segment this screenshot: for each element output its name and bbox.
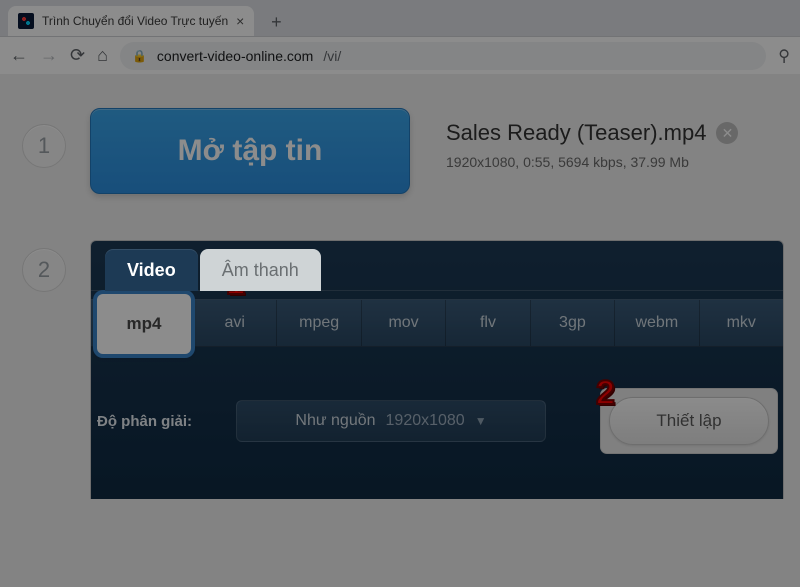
settings-button[interactable]: Thiết lập (609, 397, 769, 445)
lock-icon: 🔒 (132, 49, 147, 63)
tab-audio[interactable]: Âm thanh (200, 249, 321, 291)
tab-title: Trình Chuyển đổi Video Trực tuyến (42, 14, 228, 28)
url-host: convert-video-online.com (157, 48, 313, 64)
browser-chrome: Trình Chuyển đổi Video Trực tuyến × + ← … (0, 0, 800, 74)
step-2-row: 2 Video Âm thanh mp4 avi mpeg mov flv 3g… (16, 240, 784, 499)
url-path: /vi/ (323, 48, 341, 64)
format-avi[interactable]: avi (193, 300, 277, 346)
browser-tab[interactable]: Trình Chuyển đổi Video Trực tuyến × (8, 6, 254, 36)
format-flv[interactable]: flv (446, 300, 530, 346)
open-file-button[interactable]: Mở tập tin (90, 108, 410, 194)
step-2-badge: 2 (22, 248, 66, 292)
tab-bar: Trình Chuyển đổi Video Trực tuyến × + (0, 0, 800, 36)
format-webm[interactable]: webm (615, 300, 699, 346)
step-1-row: 1 Mở tập tin Sales Ready (Teaser).mp4 ✕ … (16, 94, 784, 194)
new-tab-button[interactable]: + (262, 8, 290, 36)
search-icon[interactable]: ⚲ (778, 46, 790, 66)
tab-video[interactable]: Video (105, 249, 198, 291)
resolution-text: Như nguồn (295, 412, 375, 430)
file-meta: 1920x1080, 0:55, 5694 kbps, 37.99 Mb (446, 154, 738, 170)
home-icon[interactable]: ⌂ (97, 45, 108, 66)
format-mkv[interactable]: mkv (700, 300, 783, 346)
step-1-badge: 1 (22, 124, 66, 168)
format-active: mp4 (97, 294, 191, 354)
resolution-value: 1920x1080 (386, 412, 465, 430)
page-content: 1 Mở tập tin Sales Ready (Teaser).mp4 ✕ … (0, 74, 800, 587)
format-mov[interactable]: mov (362, 300, 446, 346)
resolution-label: Độ phân giải: (97, 413, 192, 430)
format-tabs: Video Âm thanh (91, 241, 783, 291)
format-mpeg[interactable]: mpeg (277, 300, 361, 346)
format-3gp[interactable]: 3gp (531, 300, 615, 346)
remove-file-button[interactable]: ✕ (716, 122, 738, 144)
favicon-icon (18, 13, 34, 29)
back-icon[interactable]: ← (10, 45, 28, 66)
settings-wrap: Thiết lập (601, 389, 777, 453)
file-info: Sales Ready (Teaser).mp4 ✕ 1920x1080, 0:… (446, 120, 738, 170)
file-name: Sales Ready (Teaser).mp4 (446, 120, 706, 146)
chevron-down-icon: ▼ (475, 414, 487, 428)
format-strip: mp4 avi mpeg mov flv 3gp webm mkv (91, 299, 783, 347)
url-field[interactable]: 🔒 convert-video-online.com/vi/ (120, 42, 766, 70)
resolution-row: Độ phân giải: Như nguồn 1920x1080 ▼ Thiế… (91, 389, 783, 453)
tab-close-icon[interactable]: × (236, 14, 244, 28)
resolution-select[interactable]: Như nguồn 1920x1080 ▼ (236, 400, 546, 442)
reload-icon[interactable]: ⟳ (70, 45, 85, 66)
format-panel: Video Âm thanh mp4 avi mpeg mov flv 3gp … (90, 240, 784, 499)
address-bar: ← → ⟳ ⌂ 🔒 convert-video-online.com/vi/ ⚲ (0, 36, 800, 74)
format-mp4[interactable]: mp4 (91, 300, 193, 346)
forward-icon: → (40, 45, 58, 66)
